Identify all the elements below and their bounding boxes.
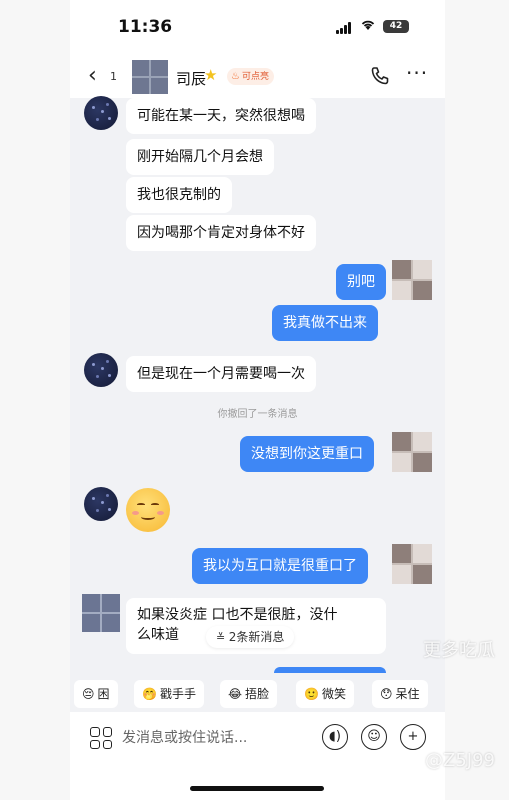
home-indicator	[190, 786, 324, 791]
apps-grid-icon[interactable]	[90, 727, 112, 749]
quick-reply-label: 困	[97, 687, 110, 701]
message-line: 如果没炎症 口也不是很脏，没什	[137, 607, 338, 623]
quick-reply-dazed[interactable]: 😯 呆住	[372, 680, 428, 708]
clapping-emoji-icon: 🤭	[142, 687, 157, 701]
fire-icon: ♨	[231, 71, 240, 82]
my-message-bubble[interactable]: 别吧	[336, 264, 386, 300]
message-bubble[interactable]: 因为喝那个肯定对身体不好	[126, 215, 316, 251]
contact-name[interactable]: 司辰	[176, 68, 206, 89]
phone-screen: 11:36 42 ‹ 1 司辰 ★ ♨ 可点亮 ··· 可能在某一天，突然很想喝 …	[70, 0, 445, 800]
signal-icon	[336, 22, 354, 34]
my-message-bubble-partial	[274, 667, 386, 673]
crying-laughing-emoji-icon: 😂	[228, 687, 243, 701]
dazed-emoji-icon: 😯	[380, 687, 393, 701]
watermark-line: 更多吃瓜	[423, 640, 495, 661]
my-message-bubble[interactable]: 没想到你这更重口	[240, 436, 374, 472]
quick-reply-sleepy[interactable]: 😔 困	[74, 680, 118, 708]
voice-icon[interactable]: ◖)	[322, 724, 348, 750]
contact-avatar-small[interactable]	[84, 96, 118, 130]
contact-avatar-small[interactable]	[82, 594, 120, 632]
contact-avatar-small[interactable]	[84, 353, 118, 387]
quick-reply-row: 😔 困 🤭 戳手手 😂 捂脸 🙂 微笑 😯 呆住	[70, 678, 445, 712]
message-bubble[interactable]: 我也很克制的	[126, 177, 232, 213]
double-chevron-down-icon: ≚	[216, 631, 229, 644]
smiling-face-sticker[interactable]	[126, 488, 170, 532]
contact-avatar[interactable]	[132, 60, 168, 94]
unread-count: 1	[110, 70, 117, 83]
quick-reply-label: 呆住	[395, 687, 420, 701]
watermark-line: @Z5J99	[425, 750, 495, 771]
quick-reply-label: 微笑	[321, 687, 346, 701]
my-avatar[interactable]	[392, 260, 432, 300]
back-arrow-icon[interactable]: ‹	[88, 64, 104, 88]
status-time: 11:36	[118, 17, 173, 37]
spark-badge[interactable]: ♨ 可点亮	[227, 68, 274, 85]
more-options-icon[interactable]: ···	[406, 61, 428, 85]
emoji-icon[interactable]: ☺	[361, 724, 387, 750]
quick-reply-smile[interactable]: 🙂 微笑	[296, 680, 354, 708]
left-margin	[0, 0, 70, 800]
sleepy-emoji-icon: 😔	[82, 687, 95, 701]
spark-badge-label: 可点亮	[241, 72, 269, 82]
message-bubble[interactable]: 但是现在一个月需要喝一次	[126, 356, 316, 392]
message-bubble[interactable]: 可能在某一天，突然很想喝	[126, 98, 316, 134]
recall-notice: 你撤回了一条消息	[217, 409, 298, 420]
my-message-bubble[interactable]: 我以为互口就是很重口了	[192, 548, 368, 584]
my-avatar[interactable]	[392, 432, 432, 472]
message-input[interactable]	[122, 724, 272, 752]
quick-reply-label: 戳手手	[159, 687, 196, 701]
phone-call-icon[interactable]	[370, 66, 390, 86]
quick-reply-clap[interactable]: 🤭 戳手手	[134, 680, 204, 708]
contact-avatar-small[interactable]	[84, 487, 118, 521]
new-messages-chip[interactable]: ≚ 2条新消息	[206, 626, 295, 648]
quick-reply-label: 捂脸	[245, 687, 270, 701]
new-messages-label: 2条新消息	[228, 630, 285, 644]
my-message-bubble[interactable]: 我真做不出来	[272, 305, 378, 341]
chat-header: ‹ 1 司辰 ★ ♨ 可点亮 ···	[70, 56, 445, 98]
right-margin	[445, 0, 509, 800]
add-icon[interactable]: +	[400, 724, 426, 750]
wifi-icon	[360, 19, 376, 35]
message-bubble[interactable]: 刚开始隔几个月会想	[126, 139, 274, 175]
my-avatar[interactable]	[392, 544, 432, 584]
star-icon: ★	[204, 66, 218, 84]
status-bar: 11:36 42	[70, 0, 445, 56]
quick-reply-facepalm[interactable]: 😂 捂脸	[220, 680, 278, 708]
chat-area: 可能在某一天，突然很想喝 刚开始隔几个月会想 我也很克制的 因为喝那个肯定对身体…	[70, 96, 445, 678]
battery-icon: 42	[383, 20, 409, 33]
smile-emoji-icon: 🙂	[304, 687, 319, 701]
